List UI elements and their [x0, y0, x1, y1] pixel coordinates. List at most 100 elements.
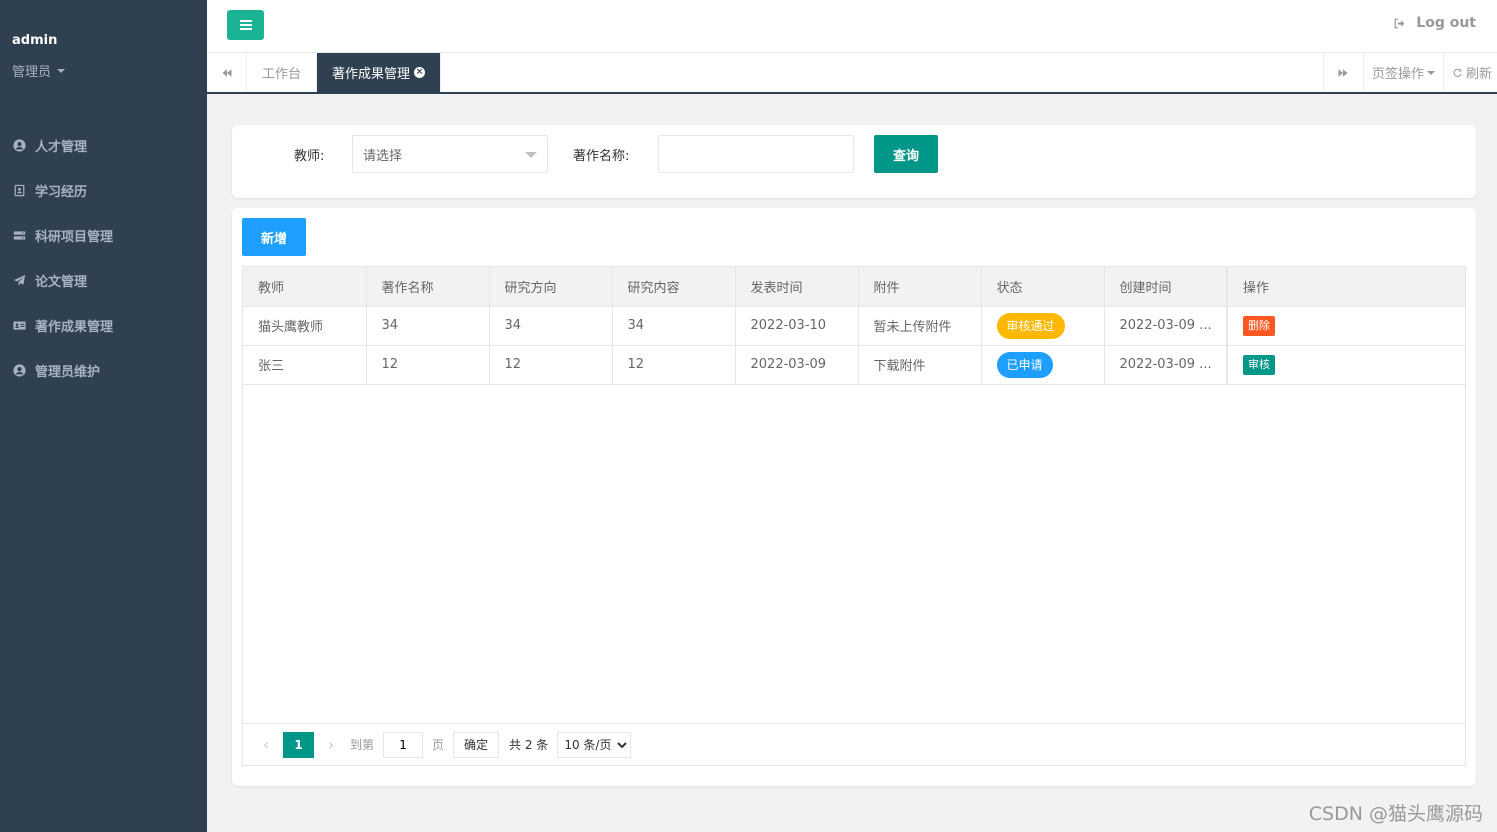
cell-work-name: 34 — [366, 306, 490, 346]
cell-teacher: 猫头鹰教师 — [243, 306, 367, 346]
cell-created-time: 2022-03-09 ... — [1104, 345, 1228, 385]
watermark: CSDN @猫头鹰源码 — [1308, 803, 1483, 825]
sidebar-item-papers[interactable]: 论文管理 — [0, 258, 207, 303]
cell-actions: 审核 — [1226, 345, 1465, 385]
cell-publish-time: 2022-03-09 — [735, 345, 859, 385]
id-card-icon — [12, 319, 26, 333]
sidebar-item-study[interactable]: 学习经历 — [0, 168, 207, 213]
cell-work-name: 12 — [366, 345, 490, 385]
column-header-publish-time[interactable]: 发表时间 — [735, 267, 859, 307]
tab-label: 著作成果管理 — [332, 67, 411, 82]
tab-operations-label: 页签操作 — [1371, 67, 1424, 82]
cell-status: 审核通过 — [981, 306, 1105, 346]
sidebar-item-label: 管理员维护 — [35, 365, 101, 380]
audit-button[interactable]: 审核 — [1243, 354, 1275, 375]
cell-attachment: 暂未上传附件 — [858, 306, 982, 346]
column-header-created-time[interactable]: 创建时间 — [1104, 267, 1228, 307]
sidebar-item-research-projects[interactable]: 科研项目管理 — [0, 213, 207, 258]
page-number-current[interactable]: 1 — [283, 731, 314, 758]
dropdown-arrow-icon — [525, 152, 537, 158]
logout-label: Log out — [1416, 15, 1476, 31]
user-role-label: 管理员 — [12, 65, 52, 80]
tab-workbench[interactable]: 工作台 — [247, 53, 318, 92]
user-name: admin — [12, 33, 58, 48]
pagination: ‹ 1 › 到第 页 确定 共 2 条 10 条/页 — [243, 723, 1465, 765]
query-button[interactable]: 查询 — [874, 135, 938, 173]
goto-confirm-button[interactable]: 确定 — [453, 731, 500, 758]
works-table: 教师 著作名称 研究方向 研究内容 发表时间 附件 状态 创建时间 操作 猫头鹰… — [243, 267, 1465, 385]
id-badge-icon — [12, 184, 26, 198]
page-size-select[interactable]: 10 条/页 — [557, 731, 632, 758]
column-header-attachment[interactable]: 附件 — [858, 267, 982, 307]
top-bar: Log out — [207, 0, 1497, 53]
cell-created-time: 2022-03-09 ... — [1104, 306, 1228, 346]
column-header-teacher[interactable]: 教师 — [243, 267, 367, 307]
tab-scroll-left-button[interactable] — [207, 53, 247, 92]
hamburger-icon — [239, 24, 252, 26]
work-name-label: 著作名称: — [573, 149, 630, 164]
status-badge: 审核通过 — [996, 312, 1065, 339]
paper-plane-icon — [12, 274, 26, 288]
user-block: admin 管理员 — [0, 0, 207, 80]
tab-bar: 工作台 著作成果管理 × 页签操作 刷新 — [207, 53, 1497, 94]
teacher-select-value: 请选择 — [363, 148, 403, 164]
cell-status: 已申请 — [981, 345, 1105, 385]
total-count: 共 2 条 — [509, 738, 549, 752]
cell-publish-time: 2022-03-10 — [735, 306, 859, 346]
teacher-select[interactable]: 请选择 — [352, 135, 548, 173]
tab-works-management[interactable]: 著作成果管理 × — [317, 53, 442, 92]
user-role-dropdown[interactable]: 管理员 — [12, 61, 207, 80]
sidebar-item-label: 论文管理 — [35, 275, 88, 290]
search-panel: 教师: 请选择 著作名称: 查询 — [232, 125, 1476, 198]
work-name-input[interactable] — [658, 135, 854, 173]
cell-attachment-link[interactable]: 下载附件 — [858, 345, 982, 385]
next-page-icon[interactable]: › — [320, 732, 342, 758]
refresh-label: 刷新 — [1465, 67, 1492, 82]
sidebar-item-label: 人才管理 — [35, 140, 88, 155]
close-tab-icon[interactable]: × — [414, 67, 426, 78]
status-badge: 已申请 — [996, 351, 1053, 378]
sidebar-item-label: 学习经历 — [35, 185, 88, 200]
table-row[interactable]: 张三 12 12 12 2022-03-09 下载附件 已申请 2022-03-… — [243, 345, 1465, 385]
cell-content: 12 — [612, 345, 736, 385]
server-icon — [12, 229, 26, 243]
tab-scroll-right-button[interactable] — [1322, 53, 1363, 92]
refresh-icon — [1453, 68, 1462, 77]
column-header-work-name[interactable]: 著作名称 — [366, 267, 490, 307]
column-header-status[interactable]: 状态 — [981, 267, 1105, 307]
tab-label: 工作台 — [262, 67, 302, 82]
tab-list: 工作台 著作成果管理 × — [247, 53, 442, 92]
logout-link[interactable]: Log out — [1393, 15, 1476, 31]
refresh-button[interactable]: 刷新 — [1442, 53, 1497, 92]
data-grid: 教师 著作名称 研究方向 研究内容 发表时间 附件 状态 创建时间 操作 猫头鹰… — [242, 266, 1466, 766]
goto-page-input[interactable] — [383, 731, 424, 758]
table-panel: 新增 教师 著作名称 研究方向 研究内容 发表时间 附件 状态 创建时间 操作 — [232, 208, 1476, 786]
forward-icon — [1338, 68, 1348, 77]
sidebar-item-talent[interactable]: 人才管理 — [0, 123, 207, 168]
user-circle-icon — [12, 139, 26, 153]
delete-button[interactable]: 删除 — [1243, 315, 1275, 336]
page-unit-label: 页 — [432, 738, 445, 752]
sidebar-menu: 人才管理 学习经历 科研项目管理 论文管理 著作成果管理 管理员维护 — [0, 123, 207, 393]
column-header-actions: 操作 — [1226, 267, 1465, 307]
sidebar: admin 管理员 人才管理 学习经历 科研项目管理 论文管理 著作成果管理 管… — [0, 0, 207, 832]
sidebar-item-label: 著作成果管理 — [35, 320, 114, 335]
tab-controls: 页签操作 刷新 — [1322, 53, 1497, 92]
column-header-content[interactable]: 研究内容 — [612, 267, 736, 307]
table-row[interactable]: 猫头鹰教师 34 34 34 2022-03-10 暂未上传附件 审核通过 20… — [243, 306, 1465, 346]
caret-down-icon — [57, 68, 66, 73]
sidebar-item-works[interactable]: 著作成果管理 — [0, 303, 207, 348]
cell-direction: 34 — [489, 306, 613, 346]
sidebar-item-admin-maintenance[interactable]: 管理员维护 — [0, 348, 207, 393]
caret-down-icon — [1426, 70, 1435, 75]
prev-page-icon[interactable]: ‹ — [255, 732, 277, 758]
cell-direction: 12 — [489, 345, 613, 385]
cell-actions: 删除 — [1226, 306, 1465, 346]
menu-toggle-button[interactable] — [227, 10, 264, 40]
tab-operations-dropdown[interactable]: 页签操作 — [1362, 53, 1443, 92]
cell-content: 34 — [612, 306, 736, 346]
column-header-direction[interactable]: 研究方向 — [489, 267, 613, 307]
user-circle-icon — [12, 364, 26, 378]
add-button[interactable]: 新增 — [242, 218, 306, 256]
teacher-label: 教师: — [294, 149, 325, 164]
